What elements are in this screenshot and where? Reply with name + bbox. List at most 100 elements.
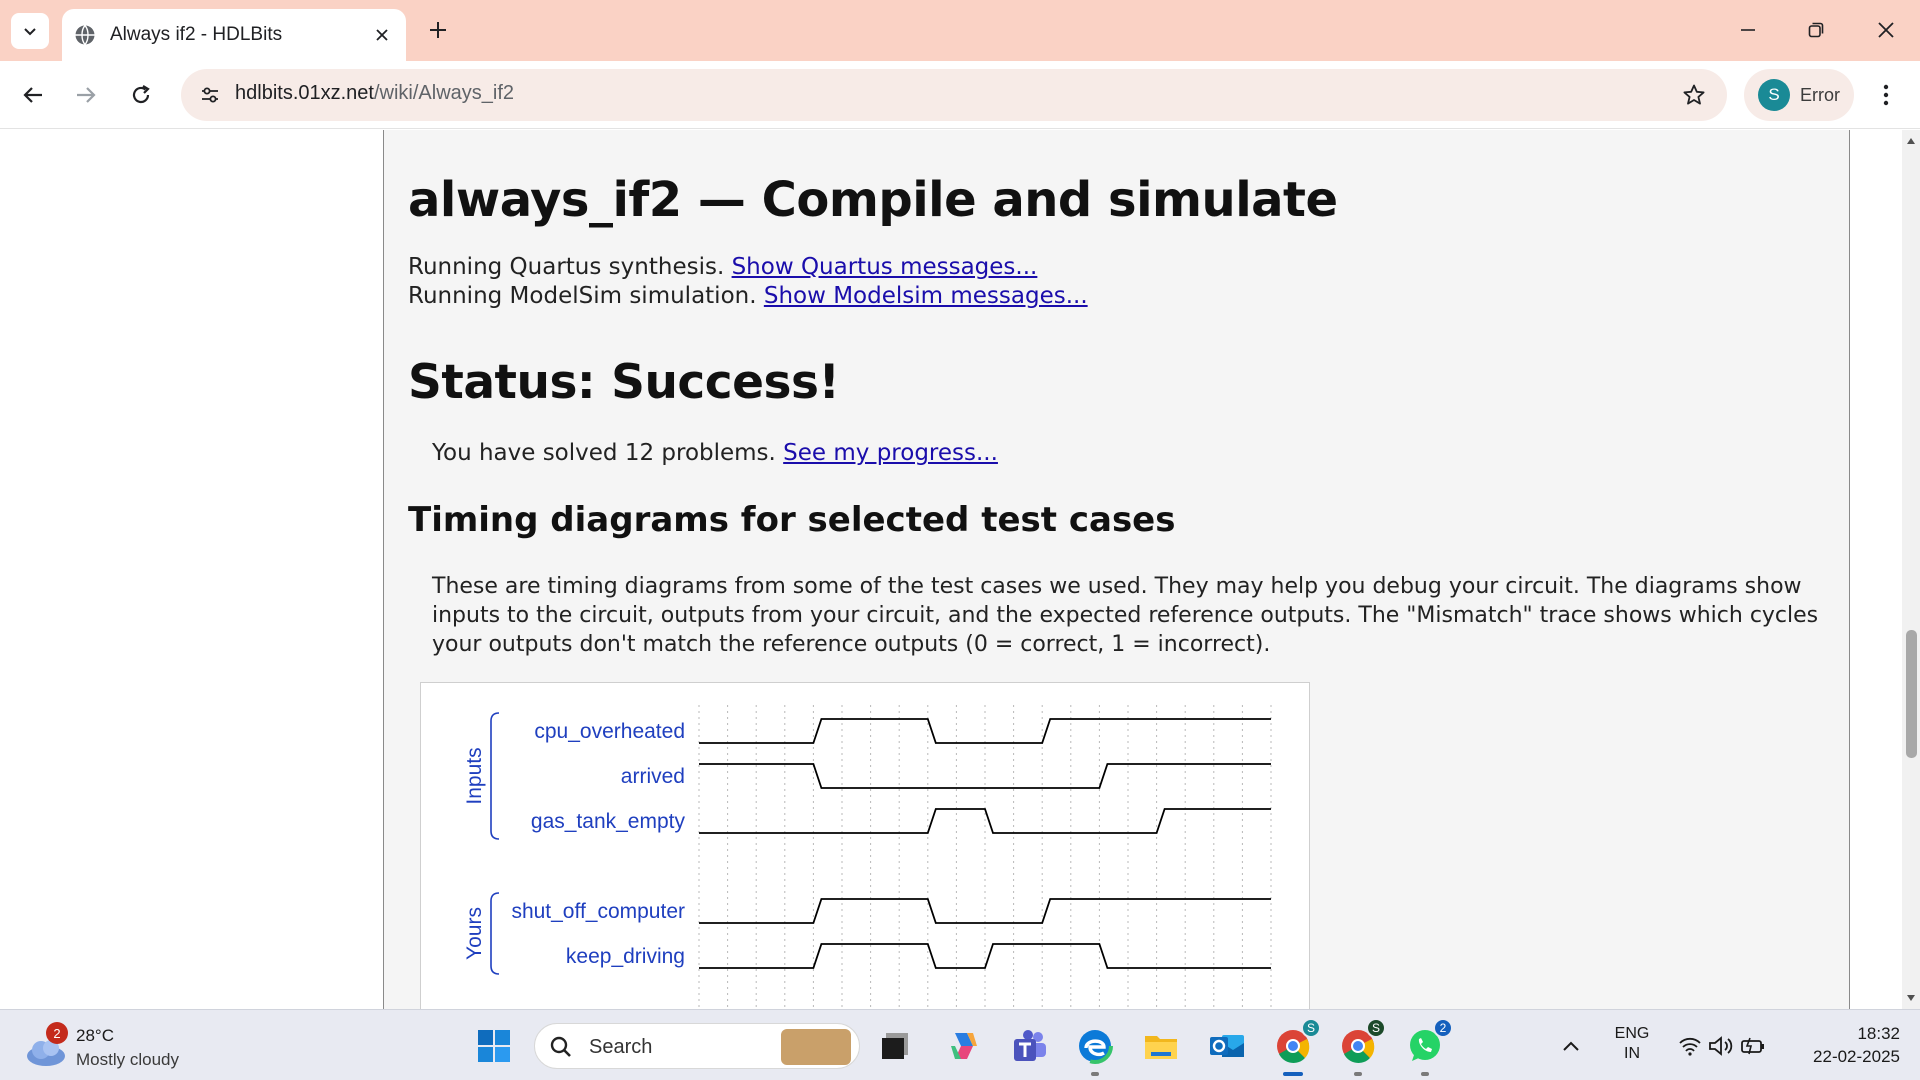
tune-icon	[202, 87, 218, 103]
triangle-down-icon	[1907, 995, 1915, 1001]
close-icon	[1878, 22, 1894, 38]
arrow-left-icon	[23, 87, 42, 103]
minimize-icon	[1741, 29, 1755, 31]
url-path: /wiki/Always_if2	[373, 82, 515, 104]
back-button[interactable]	[13, 75, 53, 115]
weather-condition: Mostly cloudy	[76, 1050, 179, 1069]
timing-description: These are timing diagrams from some of t…	[432, 574, 1819, 657]
start-button[interactable]	[472, 1024, 516, 1068]
show-hidden-icons-button[interactable]	[1553, 1024, 1589, 1068]
progress-link[interactable]: See my progress...	[783, 440, 998, 466]
time: 18:32	[1857, 1024, 1900, 1043]
triangle-up-icon	[1907, 138, 1915, 144]
tab-strip: Always if2 - HDLBits	[0, 0, 1920, 61]
forward-button[interactable]	[66, 75, 106, 115]
chrome-profile-badge: S	[1301, 1018, 1321, 1038]
bookmark-button[interactable]	[1679, 80, 1709, 110]
minimize-button[interactable]	[1720, 8, 1776, 52]
quick-settings-button[interactable]	[1672, 1024, 1772, 1068]
page-viewport: always_if2 — Compile and simulate Runnin…	[0, 130, 1902, 1009]
reload-icon	[132, 85, 150, 104]
language-code: ENG	[1614, 1025, 1650, 1042]
content-column: always_if2 — Compile and simulate Runnin…	[383, 130, 1850, 1009]
address-bar[interactable]: hdlbits.01xz.net/wiki/Always_if2	[181, 69, 1727, 121]
taskbar: 2 28°C Mostly cloudy Search S S 2 ENG IN…	[0, 1009, 1920, 1080]
plus-icon	[430, 22, 446, 38]
signal-label: shut_off_computer	[511, 900, 685, 923]
star-icon	[1683, 84, 1705, 105]
tab-search-button[interactable]	[11, 13, 49, 49]
profile-button[interactable]: S Error	[1744, 69, 1854, 121]
arrow-right-icon	[77, 87, 96, 103]
copilot-button[interactable]	[942, 1024, 986, 1068]
modelsim-messages-link[interactable]: Show Modelsim messages...	[764, 283, 1088, 309]
quartus-messages-link[interactable]: Show Quartus messages...	[732, 254, 1038, 280]
chrome-profile-s-button[interactable]: S	[1271, 1018, 1321, 1076]
search-icon	[550, 1036, 571, 1057]
page-title: always_if2 — Compile and simulate	[408, 172, 1338, 228]
search-placeholder: Search	[589, 1036, 653, 1058]
outlook-button[interactable]	[1205, 1024, 1249, 1068]
timing-heading: Timing diagrams for selected test cases	[408, 500, 1176, 540]
signal-label: gas_tank_empty	[531, 810, 686, 833]
scroll-down-button[interactable]	[1902, 989, 1920, 1007]
folder-icon	[1145, 1036, 1177, 1059]
url-text[interactable]: hdlbits.01xz.net/wiki/Always_if2	[235, 82, 514, 105]
solved-line: You have solved 12 problems. See my prog…	[432, 440, 998, 466]
url-host: hdlbits.01xz.net	[235, 82, 374, 104]
file-explorer-button[interactable]	[1139, 1024, 1183, 1068]
taskbar-search[interactable]: Search	[534, 1023, 860, 1069]
modelsim-line: Running ModelSim simulation. Show Models…	[408, 283, 1088, 309]
site-info-button[interactable]	[195, 80, 225, 110]
temperature: 28°C	[76, 1026, 114, 1045]
signal-label: cpu_overheated	[534, 720, 685, 743]
restore-icon	[1808, 22, 1824, 38]
signal-label: keep_driving	[566, 945, 685, 968]
modelsim-text: Running ModelSim simulation.	[408, 283, 757, 309]
close-tab-button[interactable]	[368, 21, 396, 49]
chevron-up-icon	[1563, 1041, 1579, 1051]
tab-title: Always if2 - HDLBits	[110, 24, 283, 45]
volume-icon	[1709, 1036, 1733, 1056]
more-vert-icon	[1883, 84, 1889, 106]
copilot-icon	[951, 1033, 977, 1059]
globe-icon	[75, 25, 95, 45]
outlook-icon	[1210, 1035, 1244, 1057]
task-view-button[interactable]	[874, 1024, 918, 1068]
whatsapp-button[interactable]: 2	[1403, 1018, 1453, 1076]
edge-button[interactable]	[1073, 1024, 1117, 1076]
weather-widget[interactable]: 2 28°C Mostly cloudy	[24, 1020, 224, 1072]
solved-text: You have solved 12 problems.	[432, 440, 776, 466]
chrome-profile-s2-button[interactable]: S	[1336, 1018, 1386, 1076]
search-highlight-image	[781, 1029, 851, 1065]
new-tab-button[interactable]	[421, 13, 455, 47]
clock[interactable]: 18:32 22-02-2025	[1780, 1022, 1900, 1068]
close-window-button[interactable]	[1858, 8, 1914, 52]
signal-trace	[699, 898, 1271, 924]
chrome-menu-button[interactable]	[1866, 75, 1906, 115]
language-indicator[interactable]: ENG IN	[1604, 1024, 1660, 1064]
active-tab[interactable]: Always if2 - HDLBits	[62, 9, 406, 61]
teams-icon	[1014, 1030, 1046, 1061]
running-indicator	[1091, 1072, 1099, 1076]
timing-diagram: Inputs Yours cpu_overheated arrived gas_tank…	[420, 682, 1310, 1009]
running-indicator	[1354, 1072, 1362, 1076]
avatar: S	[1758, 79, 1790, 111]
scroll-thumb[interactable]	[1906, 630, 1917, 758]
chrome-profile2-badge: S	[1366, 1018, 1386, 1038]
browser-toolbar: hdlbits.01xz.net/wiki/Always_if2 S Error	[0, 61, 1920, 129]
teams-button[interactable]	[1008, 1024, 1052, 1068]
quartus-text: Running Quartus synthesis.	[408, 254, 725, 280]
wifi-icon	[1679, 1037, 1701, 1056]
running-indicator	[1421, 1072, 1429, 1076]
group-label: Yours	[463, 907, 486, 960]
windows-icon	[478, 1030, 510, 1062]
battery-icon	[1741, 1037, 1764, 1055]
restore-button[interactable]	[1788, 8, 1844, 52]
reload-button[interactable]	[121, 75, 161, 115]
vertical-scrollbar[interactable]	[1902, 130, 1920, 1009]
quartus-line: Running Quartus synthesis. Show Quartus …	[408, 254, 1037, 280]
group-bracket	[490, 892, 500, 975]
signal-label: arrived	[621, 765, 685, 788]
scroll-up-button[interactable]	[1902, 132, 1920, 150]
